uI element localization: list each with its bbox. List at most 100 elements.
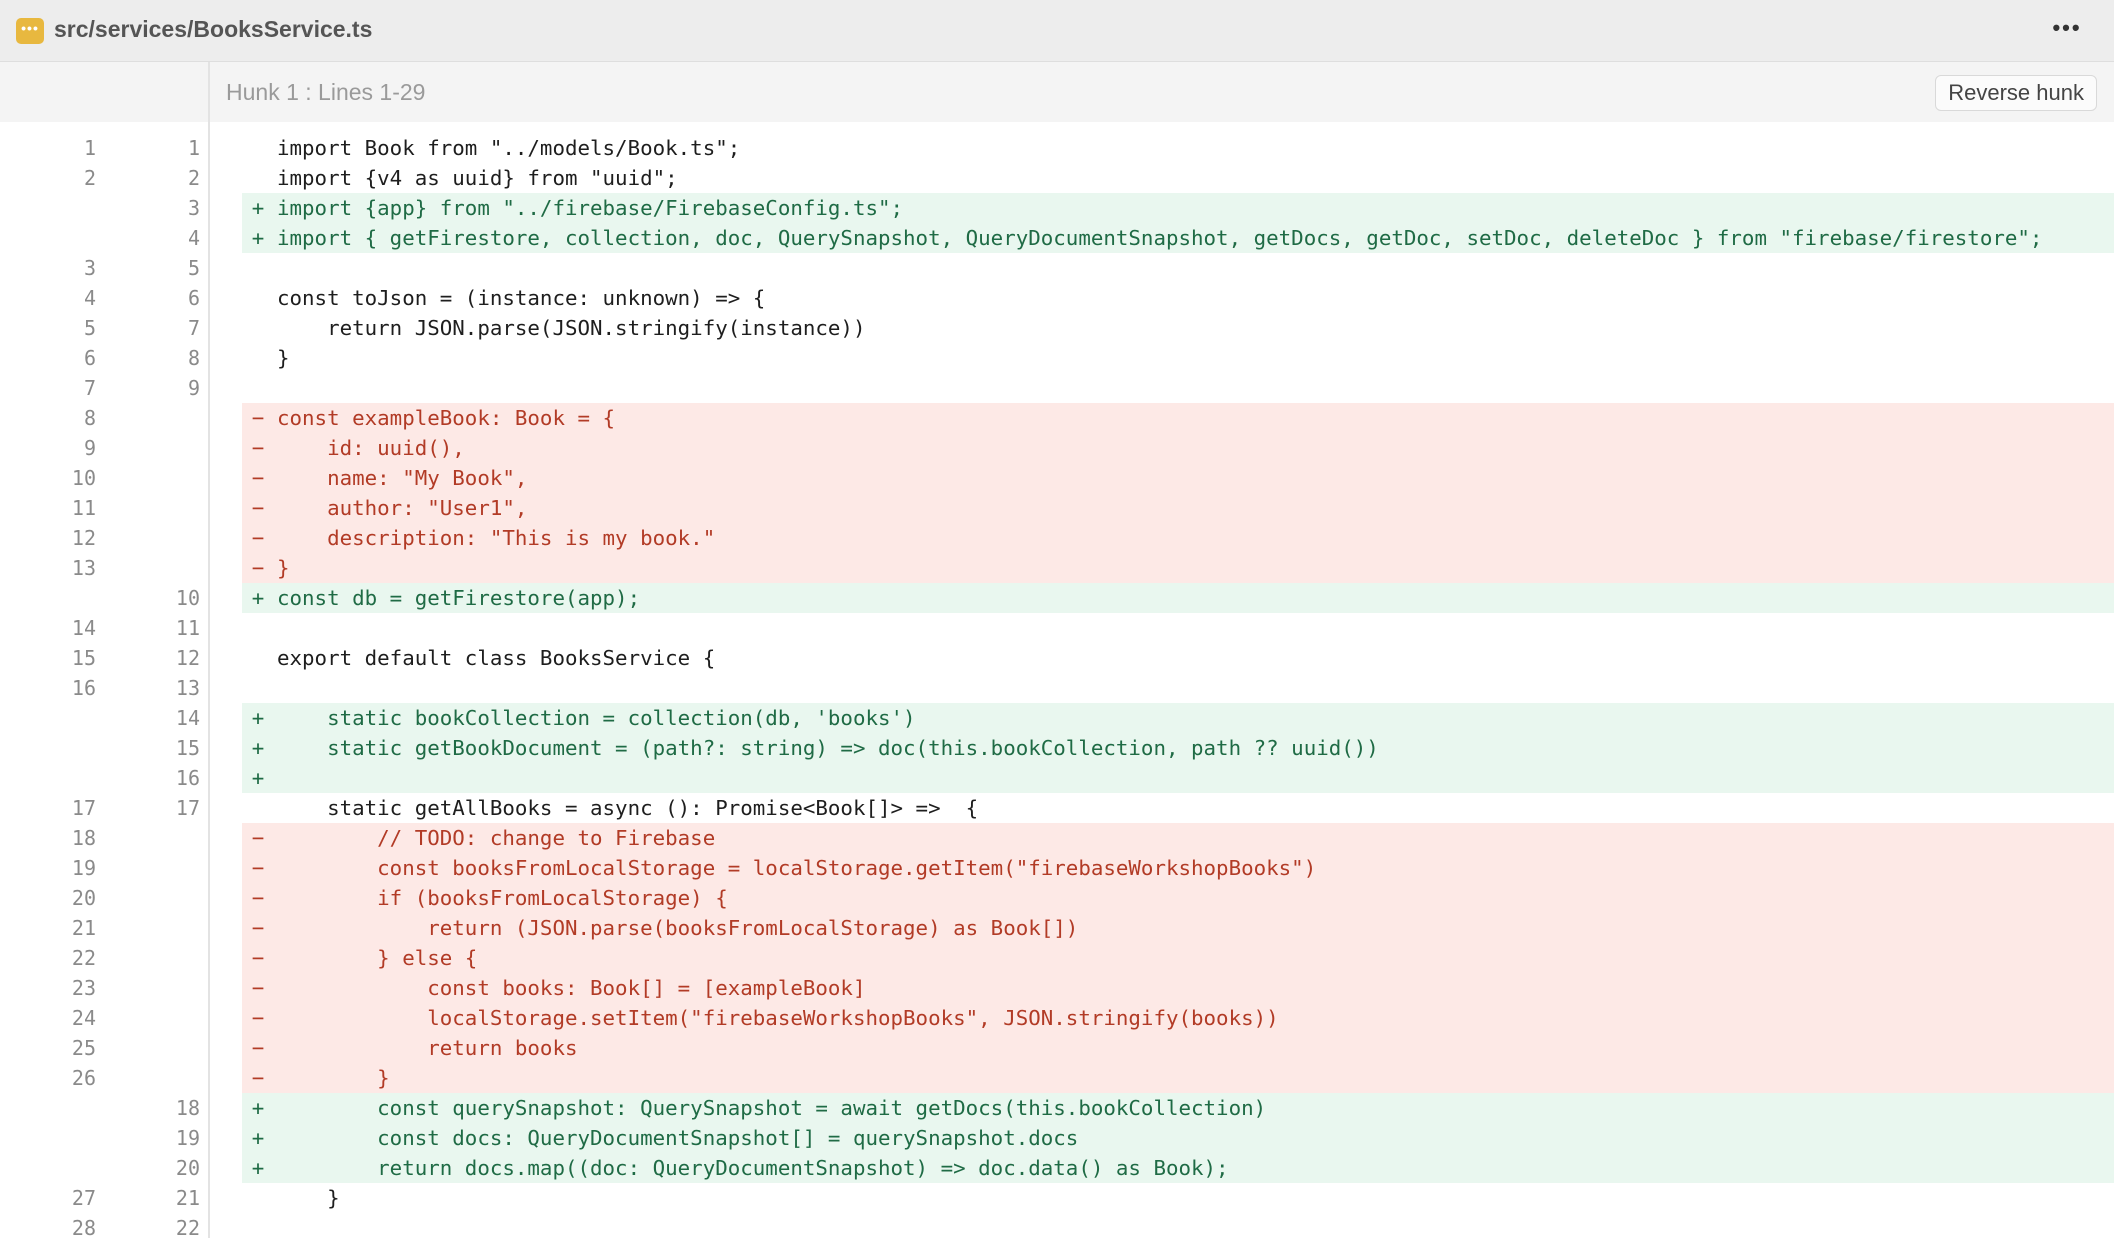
- diff-body: 1 1 import Book from "../models/Book.ts"; 2…: [0, 133, 2114, 1243]
- removed-line[interactable]: 20 − if (booksFromLocalStorage) {: [0, 883, 2114, 913]
- new-line-number: 6: [187, 286, 200, 310]
- old-line-number: 27: [71, 1186, 96, 1210]
- code-text: // TODO: change to Firebase: [277, 826, 716, 850]
- code-text: return books: [277, 1036, 578, 1060]
- old-line-number: 10: [71, 466, 96, 490]
- code-text: static getAllBooks = async (): Promise<B…: [277, 796, 979, 820]
- removed-line[interactable]: 8 − const exampleBook: Book = {: [0, 403, 2114, 433]
- code-text: localStorage.setItem("firebaseWorkshopBo…: [277, 1006, 1279, 1030]
- context-line[interactable]: 27 21 }: [0, 1183, 2114, 1213]
- removed-line[interactable]: 22 − } else {: [0, 943, 2114, 973]
- code-text: const db = getFirestore(app);: [277, 586, 641, 610]
- new-line-number: 17: [175, 796, 200, 820]
- context-line[interactable]: 16 13: [0, 673, 2114, 703]
- hunk-header: Hunk 1 : Lines 1-29 Reverse hunk: [0, 62, 2114, 122]
- code-text: return docs.map((doc: QueryDocumentSnaps…: [277, 1156, 1229, 1180]
- added-line[interactable]: 14 + static bookCollection = collection(d…: [0, 703, 2114, 733]
- added-line[interactable]: 3 + import {app} from "../firebase/Firebas…: [0, 193, 2114, 223]
- new-line-number: 8: [187, 346, 200, 370]
- removed-line[interactable]: 26 − }: [0, 1063, 2114, 1093]
- code-text: if (booksFromLocalStorage) {: [277, 886, 728, 910]
- file-options-icon[interactable]: •••: [16, 18, 44, 44]
- old-line-number: 18: [71, 826, 96, 850]
- new-line-number: 3: [187, 196, 200, 220]
- line-background: [242, 943, 2114, 973]
- file-path: src/services/BooksService.ts: [54, 16, 373, 42]
- line-background: [242, 763, 2114, 793]
- file-header: ••• src/services/BooksService.ts •••: [0, 0, 2114, 62]
- old-line-number: 24: [71, 1006, 96, 1030]
- old-line-number: 25: [71, 1036, 96, 1060]
- minus-icon: −: [251, 1036, 265, 1060]
- removed-line[interactable]: 24 − localStorage.setItem("firebaseWorksh…: [0, 1003, 2114, 1033]
- removed-line[interactable]: 25 − return books: [0, 1033, 2114, 1063]
- minus-icon: −: [251, 976, 265, 1000]
- context-line[interactable]: 6 8}: [0, 343, 2114, 373]
- minus-icon: −: [251, 856, 265, 880]
- removed-line[interactable]: 11 − author: "User1",: [0, 493, 2114, 523]
- removed-line[interactable]: 13 −}: [0, 553, 2114, 583]
- new-line-number: 14: [175, 706, 200, 730]
- context-line[interactable]: 28 22: [0, 1213, 2114, 1243]
- removed-line[interactable]: 9 − id: uuid(),: [0, 433, 2114, 463]
- old-line-number: 28: [71, 1216, 96, 1240]
- plus-icon: +: [251, 1156, 265, 1180]
- context-line[interactable]: 4 6 const toJson = (instance: unknown) => …: [0, 283, 2114, 313]
- old-line-number: 1: [83, 136, 96, 160]
- old-line-number: 20: [71, 886, 96, 910]
- line-background: [242, 1213, 2114, 1243]
- context-line[interactable]: 35: [0, 253, 2114, 283]
- new-line-number: 1: [187, 136, 200, 160]
- old-line-number: 5: [83, 316, 96, 340]
- code-text: }: [277, 556, 290, 580]
- old-line-number: 9: [83, 436, 96, 460]
- added-line[interactable]: 18 + const querySnapshot: QuerySnapshot =…: [0, 1093, 2114, 1123]
- context-line[interactable]: 14 11: [0, 613, 2114, 643]
- code-text: const books: Book[] = [exampleBook]: [277, 976, 866, 1000]
- removed-line[interactable]: 12 − description: "This is my book.": [0, 523, 2114, 553]
- more-options-button[interactable]: •••: [2044, 14, 2090, 48]
- removed-line[interactable]: 18 − // TODO: change to Firebase: [0, 823, 2114, 853]
- new-line-number: 16: [175, 766, 200, 790]
- new-line-number: 2: [187, 166, 200, 190]
- plus-icon: +: [251, 766, 265, 790]
- added-line[interactable]: 4 + import { getFirestore, collection, doc…: [0, 223, 2114, 253]
- new-line-number: 5: [187, 256, 200, 280]
- removed-line[interactable]: 23 − const books: Book[] = [exampleBook]: [0, 973, 2114, 1003]
- reverse-hunk-button[interactable]: Reverse hunk: [1935, 75, 2097, 111]
- minus-icon: −: [251, 1066, 265, 1090]
- new-line-number: 18: [175, 1096, 200, 1120]
- removed-line[interactable]: 19 − const booksFromLocalStorage = localS…: [0, 853, 2114, 883]
- added-line[interactable]: 19 + const docs: QueryDocumentSnapshot[] …: [0, 1123, 2114, 1153]
- context-line[interactable]: 5 7 return JSON.parse(JSON.stringify(inst…: [0, 313, 2114, 343]
- code-text: const toJson = (instance: unknown) => {: [277, 286, 766, 310]
- new-line-number: 11: [175, 616, 200, 640]
- new-line-number: 20: [175, 1156, 200, 1180]
- code-text: import {v4 as uuid} from "uuid";: [277, 166, 678, 190]
- context-line[interactable]: 2 2 import {v4 as uuid} from "uuid";: [0, 163, 2114, 193]
- context-line[interactable]: 1 1 import Book from "../models/Book.ts";: [0, 133, 2114, 163]
- context-line[interactable]: 15 12 export default class BooksService {: [0, 643, 2114, 673]
- added-line[interactable]: 15 + static getBookDocument = (path?: str…: [0, 733, 2114, 763]
- old-line-number: 13: [71, 556, 96, 580]
- old-line-number: 15: [71, 646, 96, 670]
- new-line-number: 13: [175, 676, 200, 700]
- added-line[interactable]: 20 + return docs.map((doc: QueryDocumentS…: [0, 1153, 2114, 1183]
- added-line[interactable]: 16 +: [0, 763, 2114, 793]
- code-text: const exampleBook: Book = {: [277, 406, 616, 430]
- removed-line[interactable]: 21 − return (JSON.parse(booksFromLocalSto…: [0, 913, 2114, 943]
- code-text: return (JSON.parse(booksFromLocalStorage…: [277, 916, 1079, 940]
- code-text: static bookCollection = collection(db, '…: [277, 706, 916, 730]
- code-text: return JSON.parse(JSON.stringify(instanc…: [277, 316, 866, 340]
- removed-line[interactable]: 10 − name: "My Book",: [0, 463, 2114, 493]
- context-line[interactable]: 79: [0, 373, 2114, 403]
- code-text: import {app} from "../firebase/FirebaseC…: [277, 196, 904, 220]
- added-line[interactable]: 10 + const db = getFirestore(app);: [0, 583, 2114, 613]
- old-line-number: 12: [71, 526, 96, 550]
- minus-icon: −: [251, 526, 265, 550]
- line-background: [242, 373, 2114, 403]
- code-text: const docs: QueryDocumentSnapshot[] = qu…: [277, 1126, 1079, 1150]
- minus-icon: −: [251, 826, 265, 850]
- minus-icon: −: [251, 556, 265, 580]
- context-line[interactable]: 17 17 static getAllBooks = async (): Prom…: [0, 793, 2114, 823]
